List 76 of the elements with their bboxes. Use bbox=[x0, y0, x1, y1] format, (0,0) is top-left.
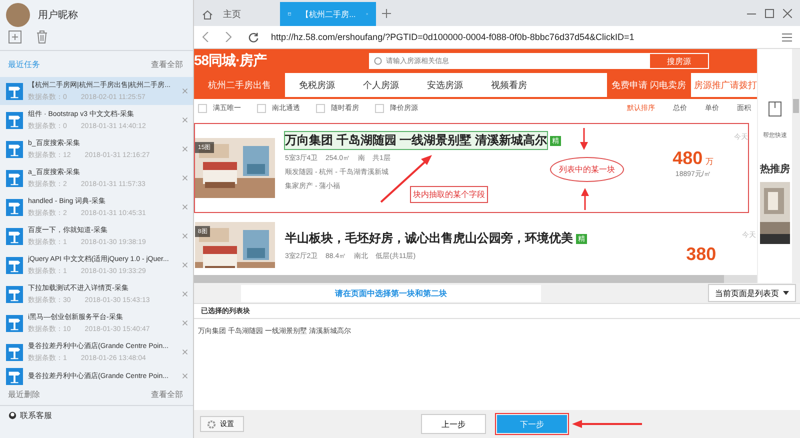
checkbox[interactable] bbox=[198, 104, 207, 112]
signpost-icon bbox=[6, 140, 23, 158]
support-link[interactable]: 联系客服 bbox=[20, 410, 52, 421]
signpost-icon bbox=[6, 286, 23, 302]
close-icon[interactable] bbox=[182, 349, 188, 355]
nav-tab[interactable]: 视频看房 bbox=[477, 73, 541, 97]
nav-tab[interactable]: 杭州二手房出售 bbox=[194, 73, 285, 97]
block-note: 列表中的某一块 bbox=[550, 157, 624, 182]
refresh-icon[interactable] bbox=[248, 32, 259, 42]
forward-icon[interactable] bbox=[225, 32, 232, 42]
browser-tab[interactable]: 主页 bbox=[194, 2, 280, 26]
close-icon[interactable] bbox=[182, 204, 188, 210]
price: 380 bbox=[686, 244, 716, 265]
close-icon[interactable] bbox=[182, 233, 188, 239]
close-icon[interactable] bbox=[182, 320, 188, 326]
back-icon[interactable] bbox=[202, 32, 209, 42]
scrollbar-thumb[interactable] bbox=[793, 99, 800, 113]
price-unit: 万 bbox=[706, 156, 714, 167]
view-all-link[interactable]: 查看全部 bbox=[151, 59, 183, 70]
caret-icon bbox=[783, 291, 789, 295]
avatar bbox=[6, 3, 30, 27]
arrow bbox=[572, 420, 642, 428]
side-heading: 热推房 bbox=[760, 162, 790, 176]
close-icon[interactable] bbox=[182, 88, 188, 94]
close-icon[interactable] bbox=[182, 146, 188, 152]
tab-label: 【杭州二手房... bbox=[301, 8, 356, 20]
close-icon[interactable] bbox=[182, 175, 188, 181]
arrow bbox=[580, 128, 588, 150]
view-all-link[interactable]: 查看全部 bbox=[151, 389, 183, 400]
section-title: 最近任务 bbox=[8, 59, 40, 70]
checkbox[interactable] bbox=[375, 104, 384, 112]
home-icon bbox=[202, 8, 213, 20]
tab-label: 主页 bbox=[223, 8, 241, 20]
close-icon[interactable] bbox=[182, 291, 188, 297]
checkbox[interactable] bbox=[316, 104, 325, 112]
scrollbar-track[interactable] bbox=[792, 49, 800, 283]
new-tab-icon[interactable] bbox=[382, 9, 391, 18]
signpost-icon bbox=[6, 112, 23, 128]
price: 480 bbox=[672, 148, 703, 169]
instruction-text: 请在页面中选择第一块和第二块 bbox=[241, 284, 541, 302]
document-icon[interactable] bbox=[768, 101, 782, 117]
signpost-icon bbox=[6, 198, 23, 216]
gear-icon bbox=[207, 420, 216, 428]
close-icon[interactable] bbox=[182, 373, 188, 379]
page-type-dropdown[interactable]: 当前页面是列表页 bbox=[708, 284, 796, 302]
signpost-icon bbox=[6, 368, 23, 384]
signpost-icon bbox=[6, 314, 23, 332]
search-button[interactable]: 搜房源 bbox=[649, 53, 709, 69]
nav-tab[interactable]: 个人房源 bbox=[349, 73, 413, 97]
section-title: 最近删除 bbox=[8, 389, 40, 400]
url-field[interactable]: http://hz.58.com/ershoufang/?PGTID=0d100000-0004-f088-0f0b-8bbc76d37d54&ClickID=1 bbox=[271, 32, 634, 42]
signpost-icon bbox=[6, 228, 23, 244]
promo-text: 房源推广请拨打 bbox=[693, 78, 758, 92]
menu-icon[interactable] bbox=[782, 32, 792, 42]
nav-tab[interactable]: 安选房源 bbox=[413, 73, 477, 97]
close-icon[interactable] bbox=[783, 9, 792, 18]
maximize-icon[interactable] bbox=[765, 9, 774, 18]
signpost-icon bbox=[6, 256, 23, 274]
site-logo[interactable]: 58同城·房产 bbox=[194, 52, 369, 70]
nav-tab[interactable]: 免税房源 bbox=[285, 73, 349, 97]
listing-title[interactable]: 半山板块，毛坯好房，诚心出售虎山公园旁，环境优美 bbox=[285, 230, 573, 247]
search-icon bbox=[374, 57, 382, 65]
close-icon[interactable] bbox=[182, 262, 188, 268]
add-icon[interactable] bbox=[8, 30, 22, 44]
signpost-icon bbox=[6, 344, 23, 360]
signpost-icon bbox=[6, 82, 23, 100]
signpost-icon bbox=[6, 170, 23, 186]
previous-button[interactable]: 上一步 bbox=[420, 414, 486, 434]
field-note: 块内抽取的某个字段 bbox=[410, 186, 488, 203]
trash-icon[interactable] bbox=[36, 30, 48, 44]
listing-title[interactable]: 万向集团 千岛湖随园 一线湖景别墅 清溪新城高尔 bbox=[285, 132, 548, 149]
close-icon[interactable] bbox=[182, 117, 188, 123]
user-name: 用户昵称 bbox=[38, 8, 78, 22]
promo-link[interactable]: 免费申请 闪电卖房 bbox=[606, 73, 692, 97]
arrow bbox=[581, 188, 589, 210]
checkbox[interactable] bbox=[257, 104, 266, 112]
